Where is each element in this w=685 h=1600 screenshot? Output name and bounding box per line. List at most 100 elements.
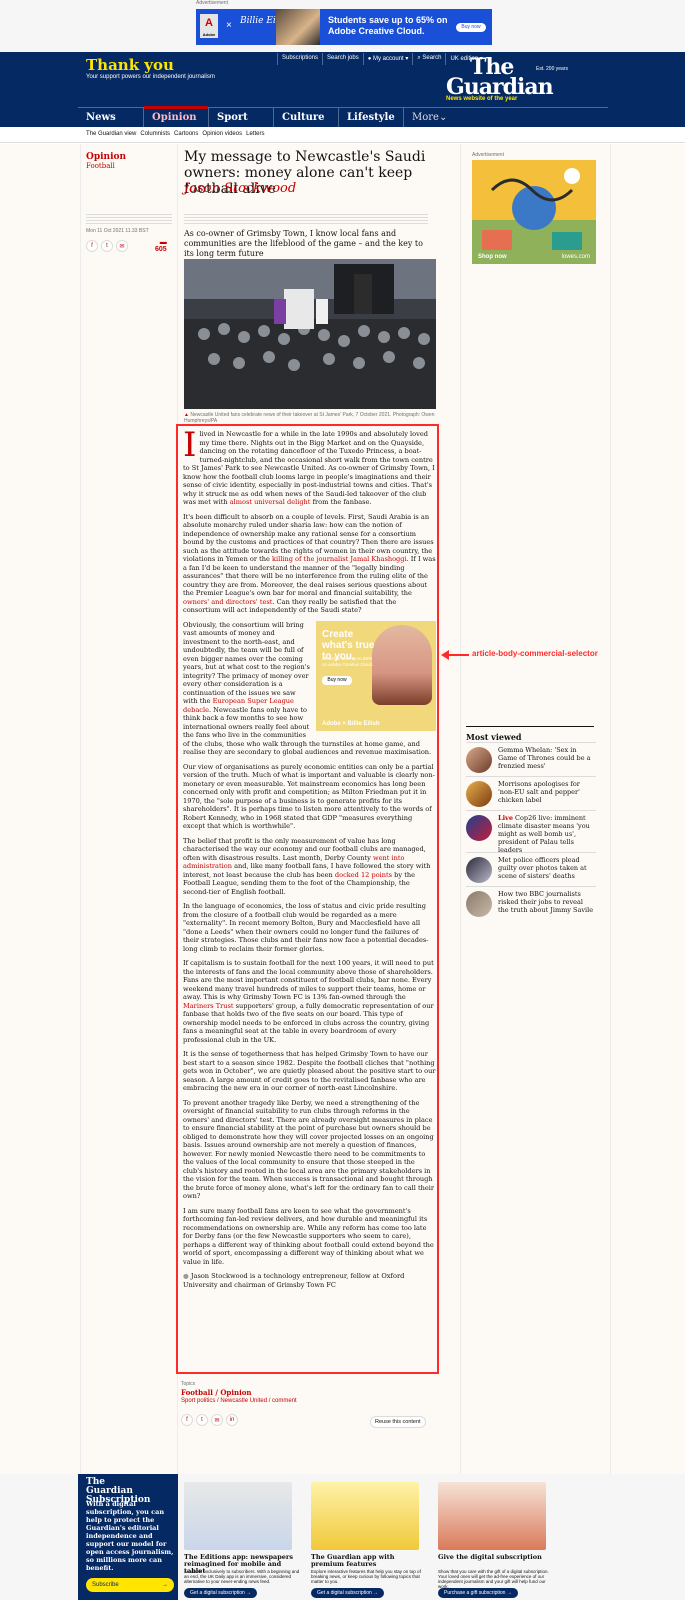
card-title: Give the digital subscription: [438, 1553, 542, 1561]
twitter-share-icon[interactable]: t: [196, 1414, 208, 1426]
paragraph: It is the sense of togetherness that has…: [183, 1050, 436, 1092]
card-cta[interactable]: Get a digital subscription →: [184, 1588, 258, 1598]
subnav-letters[interactable]: Letters: [246, 131, 264, 137]
facebook-share-icon[interactable]: f: [86, 240, 98, 252]
sub-nav: The Guardian view Columnists Cartoons Op…: [0, 127, 685, 143]
annotation-label: article-body-commercial-selector: [472, 649, 598, 658]
subnav-columnists[interactable]: Columnists: [140, 131, 170, 137]
subsection-label[interactable]: Football: [86, 162, 115, 170]
subscribe-button[interactable]: Subscribe →: [86, 1578, 174, 1592]
card-cta[interactable]: Purchase a gift subscription →: [438, 1588, 518, 1598]
email-share-icon[interactable]: ✉: [211, 1414, 223, 1426]
search-jobs-link[interactable]: Search jobs: [322, 53, 363, 65]
ad-x: ×: [226, 20, 232, 31]
card-cta[interactable]: Get a digital subscription →: [311, 1588, 385, 1598]
link-khashoggi[interactable]: killing of the journalist Jamal Khashogg…: [272, 555, 407, 563]
nav-more[interactable]: More⌄: [403, 108, 455, 128]
paragraph: I am sure many football fans are keen to…: [183, 1206, 434, 1266]
thank-you-heading: Thank you: [86, 56, 174, 74]
facebook-share-icon[interactable]: f: [181, 1414, 193, 1426]
link-universal-delight[interactable]: almost universal delight: [230, 498, 311, 506]
reuse-content-button[interactable]: Reuse this content: [370, 1416, 426, 1428]
subnav-cartoons[interactable]: Cartoons: [174, 131, 198, 137]
most-viewed-item[interactable]: Gemma Whelan: 'Sex in Game of Thrones co…: [466, 742, 596, 776]
inline-ad[interactable]: Create what's true to you. Students save…: [316, 620, 436, 731]
editions-app-image: [184, 1482, 292, 1550]
inline-ad-footer: Adobe × Billie Eilish: [322, 720, 380, 727]
twitter-share-icon[interactable]: t: [101, 240, 113, 252]
meta-rule: [86, 214, 172, 224]
live-badge: Live: [498, 814, 513, 822]
topics-sub[interactable]: Sport politics / Newcastle United / comm…: [181, 1398, 297, 1404]
adobe-logo: A Adobe: [200, 14, 218, 38]
most-viewed-item[interactable]: Live Cop26 live: imminent climate disast…: [466, 810, 596, 854]
nav-opinion[interactable]: Opinion: [143, 106, 208, 128]
paragraph: The belief that profit is the only measu…: [183, 836, 431, 896]
subscription-band: The Guardian Subscription With a digital…: [0, 1474, 685, 1600]
subscription-card-gift: Give the digital subscription Show that …: [432, 1474, 552, 1600]
author-bio: ● Jason Stockwood is a technology entrep…: [183, 1272, 405, 1289]
thumbnail: [466, 891, 492, 917]
est-badge: Est. 200 years: [536, 66, 568, 72]
subnav-guardian-view[interactable]: The Guardian view: [86, 131, 136, 137]
most-viewed-headline: Met police officers plead guilty over ph…: [498, 856, 587, 880]
share-buttons: f t ✉: [86, 240, 128, 252]
nav-sport[interactable]: Sport: [208, 108, 273, 128]
subscription-card-app: The Guardian app with premium features E…: [305, 1474, 425, 1600]
footer-share-buttons: f t ✉ in: [181, 1414, 238, 1426]
annotation-arrow-line: [447, 654, 469, 656]
support-message: Your support powers our independent jour…: [86, 74, 215, 80]
linkedin-share-icon[interactable]: in: [226, 1414, 238, 1426]
guardian-app-image: [311, 1482, 419, 1550]
main-photo: [184, 259, 436, 409]
chevron-down-icon: ⌄: [438, 112, 448, 123]
ad-photo: [276, 9, 320, 45]
article-body: Ilived in Newcastle for a while in the l…: [183, 428, 436, 1295]
logo-tagline: News website of the year: [446, 96, 518, 102]
card-desc: Explore interactive features that help y…: [311, 1569, 421, 1584]
topics-main[interactable]: Football / Opinion: [181, 1388, 252, 1397]
ad-buy-button[interactable]: Buy now: [456, 23, 486, 32]
paragraph: In the language of economics, the loss o…: [183, 902, 429, 953]
search-link[interactable]: ⌕ Search: [412, 53, 445, 65]
headline-rule: [184, 214, 428, 224]
comment-icon: ▬: [159, 239, 167, 246]
subscriptions-link[interactable]: Subscriptions: [277, 53, 322, 65]
most-viewed-headline: How two BBC journalists risked their job…: [498, 890, 594, 914]
nav-lifestyle[interactable]: Lifestyle: [338, 108, 403, 128]
nav-news[interactable]: News: [78, 108, 143, 128]
ad-label: Advertisement: [196, 0, 228, 6]
inline-ad-button[interactable]: Buy now: [322, 675, 352, 685]
publish-date: Mon 11 Oct 2021 11.33 BST: [86, 228, 149, 234]
main-nav: News Opinion Sport Culture Lifestyle Mor…: [0, 106, 685, 128]
most-viewed-item[interactable]: How two BBC journalists risked their job…: [466, 886, 596, 920]
most-viewed-item[interactable]: Met police officers plead guilty over ph…: [466, 852, 596, 886]
link-mariners-trust[interactable]: Mariners Trust: [183, 1002, 234, 1010]
link-owners-test[interactable]: owners' and directors' test: [183, 598, 272, 606]
right-ad[interactable]: Shop now lowes.com: [472, 160, 596, 264]
guardian-logo[interactable]: The Guardian: [446, 56, 554, 98]
link-docked-points[interactable]: docked 12 points: [335, 871, 392, 879]
byline[interactable]: Jason Stockwood: [184, 181, 296, 196]
gift-image: [438, 1482, 546, 1550]
section-label[interactable]: Opinion: [86, 152, 126, 162]
topics-label: Topics: [181, 1381, 196, 1387]
my-account-link[interactable]: ● My account ▾: [362, 53, 413, 65]
most-viewed-item[interactable]: Morrisons apologises for 'non-EU salt an…: [466, 776, 596, 810]
right-ad-brand: lowes.com: [561, 254, 590, 260]
card-title: The Guardian app with premium features: [311, 1553, 395, 1568]
bullet-icon: ●: [183, 1272, 189, 1280]
ad-headline: Students save up to 65% on Adobe Creativ…: [328, 15, 448, 36]
subscription-text: With a digital subscription, you can hel…: [86, 1500, 174, 1572]
comment-count[interactable]: ▬ 605: [155, 239, 167, 253]
email-share-icon[interactable]: ✉: [116, 240, 128, 252]
right-ad-shop[interactable]: Shop now: [478, 254, 507, 260]
nav-culture[interactable]: Culture: [273, 108, 338, 128]
top-banner-ad[interactable]: A Adobe × Billie Eilish Students save up …: [196, 9, 492, 45]
standfirst: As co-owner of Grimsby Town, I know loca…: [184, 229, 423, 258]
thumbnail: [466, 747, 492, 773]
card-desc: Available exclusively to subscribers. Wi…: [184, 1569, 300, 1584]
subscription-card-editions: The Editions app: newspapers reimagined …: [178, 1474, 299, 1600]
subnav-opinion-videos[interactable]: Opinion videos: [202, 131, 242, 137]
thumbnail: [466, 857, 492, 883]
